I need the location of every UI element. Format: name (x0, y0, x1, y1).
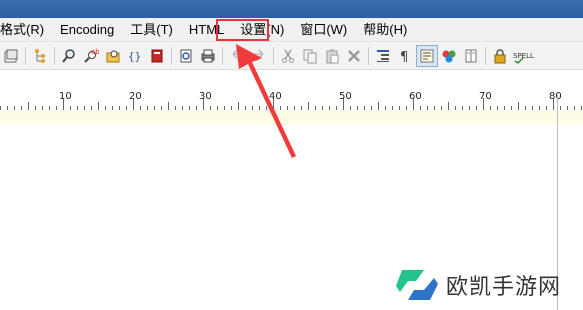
watermark-logo-icon (396, 270, 438, 300)
menu-help[interactable]: 帮助(H) (355, 18, 415, 41)
find-in-files-icon[interactable] (102, 45, 124, 67)
menu-format[interactable]: 格式(R) (0, 18, 52, 41)
toolbar-separator (222, 46, 223, 65)
print-preview-icon[interactable] (175, 45, 197, 67)
lock-icon[interactable] (489, 45, 511, 67)
toolbar-separator (485, 46, 486, 65)
toolbar-separator (171, 46, 172, 65)
ruler-label: 60 (409, 91, 422, 102)
svg-text:ab: ab (91, 48, 99, 56)
delete-icon[interactable] (343, 45, 365, 67)
svg-text:{}: {} (128, 50, 141, 63)
ruler-label: 30 (199, 91, 212, 102)
watermark-text: 欧凯手游网 (446, 275, 562, 300)
undo-icon[interactable] (226, 45, 248, 67)
ruler: 10 20 30 40 50 60 70 80 (0, 70, 583, 110)
copy-icon[interactable] (299, 45, 321, 67)
column-icon[interactable] (460, 45, 482, 67)
annotation-highlight-box (216, 19, 269, 41)
window-icon[interactable] (0, 45, 22, 67)
color-icon[interactable] (438, 45, 460, 67)
ruler-label: 80 (549, 91, 562, 102)
replace-icon[interactable]: ab (80, 45, 102, 67)
watermark: 欧凯手游网 (394, 268, 561, 302)
toolbar: ab {} ¶ SPELL (0, 42, 583, 70)
spell-icon[interactable]: SPELL (511, 45, 539, 67)
menu-bar: 格式(R) Encoding 工具(T) HTML 设置(N) 窗口(W) 帮助… (0, 18, 583, 42)
tree-icon[interactable] (29, 45, 51, 67)
ruler-ticks: 10 20 30 40 50 60 70 80 (0, 91, 582, 110)
pilcrow-icon[interactable]: ¶ (394, 45, 416, 67)
print-icon[interactable] (197, 45, 219, 67)
ruler-label: 40 (269, 91, 282, 102)
toolbar-separator (25, 46, 26, 65)
ruler-label: 10 (59, 91, 72, 102)
menu-encoding[interactable]: Encoding (52, 18, 122, 41)
paste-icon[interactable] (321, 45, 343, 67)
current-line-highlight (0, 110, 583, 124)
toolbar-separator (273, 46, 274, 65)
redo-icon[interactable] (248, 45, 270, 67)
toolbar-separator (368, 46, 369, 65)
ruler-label: 20 (129, 91, 142, 102)
window-titlebar (0, 0, 583, 18)
cut-icon[interactable] (277, 45, 299, 67)
menu-window[interactable]: 窗口(W) (292, 18, 355, 41)
indent-icon[interactable] (372, 45, 394, 67)
braces-icon[interactable]: {} (124, 45, 146, 67)
spell-label: SPELL (513, 52, 534, 60)
ruler-label: 70 (479, 91, 492, 102)
find-icon[interactable] (58, 45, 80, 67)
svg-text:¶: ¶ (400, 50, 408, 64)
word-wrap-icon[interactable] (416, 44, 438, 67)
menu-tools[interactable]: 工具(T) (122, 18, 181, 41)
ruler-label: 50 (339, 91, 352, 102)
toolbar-separator (54, 46, 55, 65)
book-icon[interactable] (146, 45, 168, 67)
